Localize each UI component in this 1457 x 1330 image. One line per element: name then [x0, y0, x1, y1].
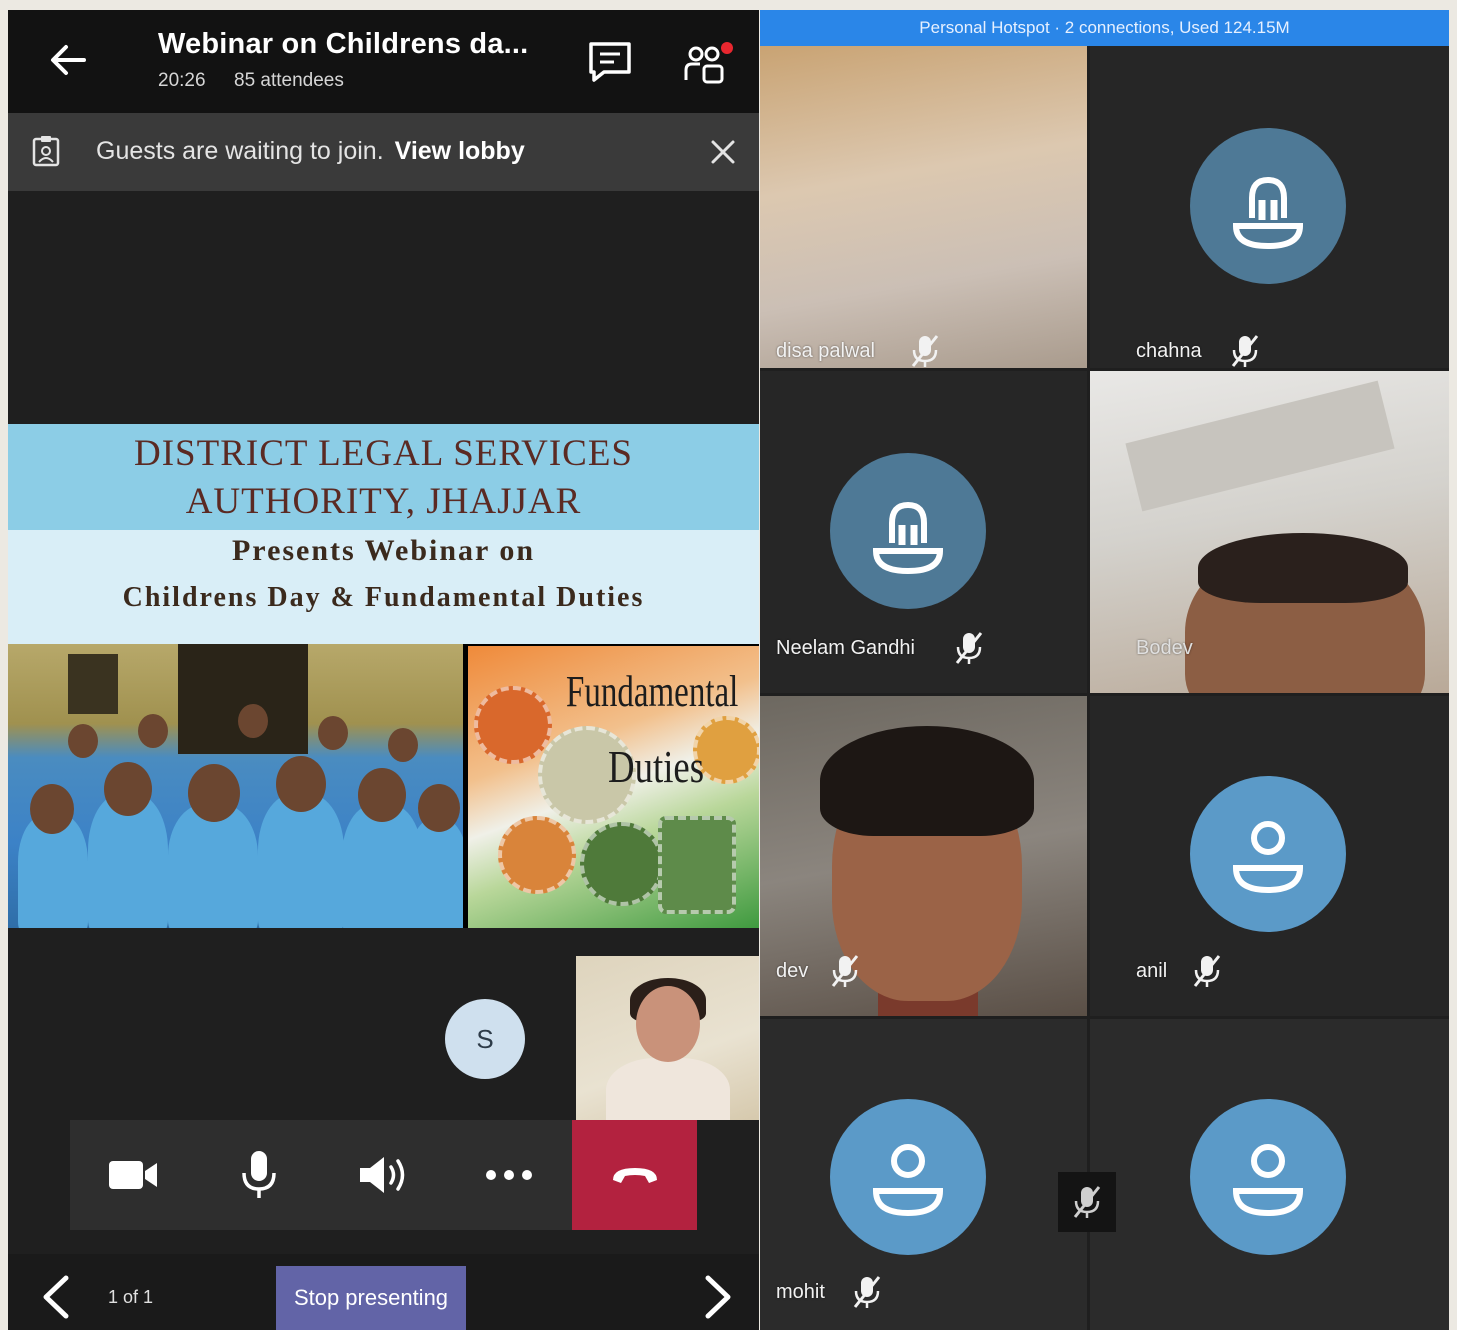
- back-arrow-icon[interactable]: [48, 40, 88, 80]
- avatar: [1190, 1099, 1346, 1255]
- participant-name: Bodev: [1136, 637, 1193, 659]
- avatar: [1190, 776, 1346, 932]
- stop-presenting-button[interactable]: Stop presenting: [276, 1266, 466, 1330]
- participant-tile[interactable]: Neelam Gandhi: [760, 371, 1087, 693]
- user-avatar-icon: [1232, 1144, 1304, 1217]
- chevron-left-icon[interactable]: [36, 1274, 76, 1320]
- self-video-preview[interactable]: [576, 956, 759, 1120]
- more-options-button[interactable]: [446, 1120, 571, 1230]
- meeting-panel: Webinar on Childrens da... 20:26 85 atte…: [8, 10, 759, 1330]
- user-avatar-icon: [872, 501, 944, 575]
- slide-subtitle-line1: Presents Webinar on: [231, 534, 536, 567]
- participant-tile[interactable]: chahna: [1090, 46, 1449, 368]
- mic-muted-icon: [1073, 1186, 1101, 1218]
- participant-tile[interactable]: Bodev: [1090, 371, 1449, 693]
- lobby-icon: [32, 136, 60, 167]
- participant-tile[interactable]: dev: [760, 696, 1087, 1016]
- shared-presentation-slide: DISTRICT LEGAL SERVICES AUTHORITY, JHAJJ…: [8, 424, 759, 928]
- user-avatar-icon: [872, 1144, 944, 1217]
- more-options-icon: [485, 1170, 532, 1180]
- participant-name: dev: [776, 960, 809, 982]
- microphone-icon: [241, 1151, 276, 1198]
- participant-tile[interactable]: mohit: [760, 1019, 1087, 1330]
- chevron-right-icon[interactable]: [698, 1274, 738, 1320]
- meeting-title: Webinar on Childrens da...: [158, 28, 529, 60]
- duties-image-text1: Fundamental: [566, 667, 739, 716]
- mic-muted-icon: [1193, 955, 1221, 987]
- slide-title-line1: DISTRICT LEGAL SERVICES: [134, 433, 633, 474]
- hotspot-status-bar: Personal Hotspot · 2 connections, Used 1…: [760, 10, 1449, 46]
- speaker-toggle-button[interactable]: [321, 1120, 446, 1230]
- lobby-message: Guests are waiting to join. View lobby: [96, 137, 525, 166]
- lobby-message-text: Guests are waiting to join.: [96, 137, 384, 165]
- camera-toggle-button[interactable]: [70, 1120, 195, 1230]
- participant-name: disa palwal: [776, 340, 875, 362]
- view-lobby-link[interactable]: View lobby: [395, 137, 525, 165]
- mic-muted-icon: [1231, 335, 1259, 367]
- participant-name: anil: [1136, 960, 1168, 982]
- participant-name: mohit: [776, 1281, 825, 1303]
- participant-tile[interactable]: [1090, 1019, 1449, 1330]
- video-camera-icon: [108, 1161, 157, 1189]
- slide-subtitle-line2: Childrens Day & Fundamental Duties: [122, 582, 645, 613]
- participant-name: Neelam Gandhi: [776, 637, 915, 659]
- mute-indicator[interactable]: [1058, 1172, 1116, 1232]
- video-grid-panel: Personal Hotspot · 2 connections, Used 1…: [760, 10, 1449, 1330]
- participant-tile[interactable]: anil: [1090, 696, 1449, 1016]
- meeting-time: 20:26: [158, 70, 206, 91]
- presentation-bar: 1 of 1 Stop presenting: [8, 1254, 759, 1330]
- hang-up-button[interactable]: [572, 1120, 697, 1230]
- duties-image-text2: Duties: [608, 741, 705, 792]
- avatar: [1190, 128, 1346, 284]
- fundamental-duties-image: Fundamental Duties: [468, 646, 759, 928]
- children-photo: [8, 644, 463, 928]
- participant-name: chahna: [1136, 340, 1202, 362]
- mic-muted-icon: [831, 955, 859, 987]
- avatar: [830, 1099, 986, 1255]
- speaker-icon: [359, 1157, 404, 1193]
- meeting-attendee-count: 85 attendees: [234, 70, 344, 91]
- mic-muted-icon: [853, 1276, 881, 1308]
- close-icon[interactable]: [708, 137, 738, 167]
- mic-muted-icon: [911, 335, 939, 367]
- meeting-header: Webinar on Childrens da... 20:26 85 atte…: [8, 10, 759, 113]
- mic-muted-icon: [955, 632, 983, 664]
- page-count: 1 of 1: [108, 1287, 154, 1307]
- slide-title-line2: AUTHORITY, JHAJJAR: [185, 481, 582, 522]
- participant-avatar[interactable]: S: [445, 999, 525, 1079]
- participant-tile[interactable]: disa palwal: [760, 46, 1087, 368]
- participants-icon[interactable]: [680, 40, 736, 88]
- microphone-toggle-button[interactable]: [196, 1120, 321, 1230]
- lobby-banner: Guests are waiting to join. View lobby: [8, 113, 759, 191]
- chat-icon[interactable]: [586, 40, 634, 84]
- user-avatar-icon: [1232, 176, 1304, 250]
- user-avatar-icon: [1232, 821, 1304, 894]
- call-controls: [70, 1120, 697, 1230]
- avatar: [830, 453, 986, 609]
- hang-up-icon: [612, 1168, 657, 1183]
